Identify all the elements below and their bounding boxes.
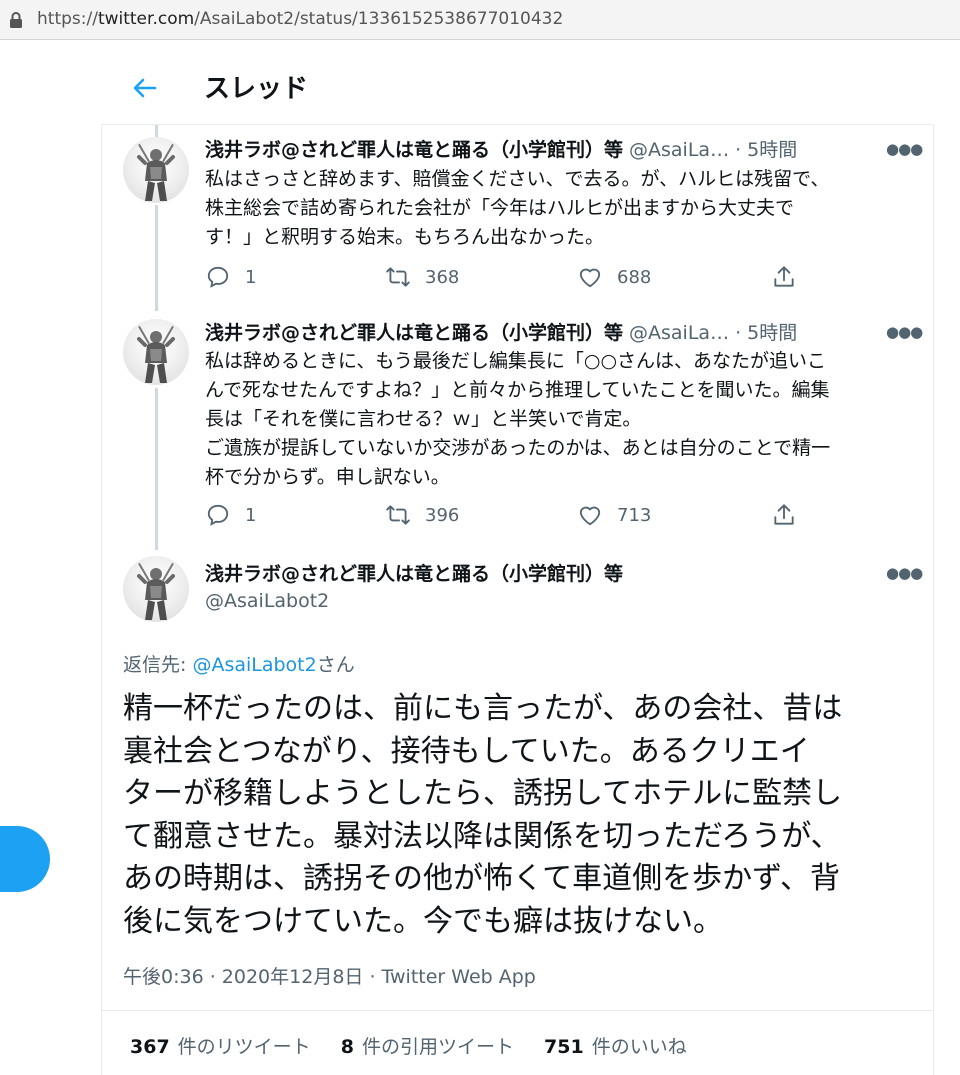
thread-line [155, 125, 158, 137]
heart-icon [579, 506, 601, 526]
display-name[interactable]: 浅井ラボ@されど罪人は竜と踊る（小学館刊）等 [205, 322, 623, 344]
back-arrow-icon[interactable] [128, 72, 160, 104]
replying-to: 返信先: @AsaiLabot2さん [123, 650, 355, 677]
more-options-icon[interactable]: ●●● [886, 564, 923, 584]
display-name[interactable]: 浅井ラボ@されど罪人は竜と踊る（小学館刊）等 [205, 139, 623, 161]
tweet-header: 浅井ラボ@されど罪人は竜と踊る（小学館刊）等 @AsaiLa… · 5時間 [205, 318, 797, 346]
retweet-arrows-icon [386, 505, 410, 525]
divider [102, 1010, 933, 1011]
tweet-header: 浅井ラボ@されど罪人は竜と踊る（小学館刊）等 @AsaiLa… · 5時間 [205, 135, 797, 163]
timestamp[interactable]: 5時間 [747, 139, 797, 161]
reply-to-handle-link[interactable]: @AsaiLabot2 [192, 654, 316, 676]
share-upload-icon [774, 504, 794, 525]
share-upload-icon [774, 266, 794, 287]
reply-button[interactable]: 1 [205, 262, 256, 292]
tweet-meta: 午後0:36 · 2020年12月8日 · Twitter Web App [123, 966, 536, 988]
reply-prefix: 返信先: [123, 654, 193, 676]
browser-address-bar[interactable]: https://twitter.com/AsaiLabot2/status/13… [0, 0, 960, 40]
display-name[interactable]: 浅井ラボ@されど罪人は竜と踊る（小学館刊）等 [205, 559, 623, 586]
retweet-count: 368 [425, 266, 460, 288]
knight-figure-icon [137, 325, 175, 383]
timestamp[interactable]: 5時間 [747, 322, 797, 344]
reply-suffix: さん [316, 654, 355, 676]
knight-figure-icon [137, 143, 175, 201]
retweet-button[interactable]: 368 [385, 262, 459, 292]
like-button[interactable]: 713 [577, 500, 651, 530]
reply-count: 1 [245, 266, 257, 288]
user-handle[interactable]: @AsaiLa… [629, 139, 729, 161]
user-handle[interactable]: @AsaiLabot2 [205, 590, 329, 612]
more-options-icon[interactable]: ●●● [886, 140, 923, 160]
heart-icon [579, 268, 601, 288]
like-button[interactable]: 688 [577, 262, 651, 292]
like-count: 688 [617, 266, 652, 288]
separator-dot: · [735, 322, 742, 344]
retweet-arrows-icon [386, 267, 410, 287]
engagement-stats: 367 件のリツイート 8 件の引用ツイート 751 件のいいね [130, 1032, 711, 1059]
likes-stat-link[interactable]: 751 件のいいね [544, 1032, 687, 1059]
avatar[interactable] [123, 137, 189, 203]
thread-line [155, 388, 158, 550]
retweets-stat-link[interactable]: 367 件のリツイート [130, 1032, 311, 1059]
user-handle[interactable]: @AsaiLa… [629, 322, 729, 344]
source-app-link[interactable]: Twitter Web App [382, 966, 536, 988]
separator-dot: · [735, 139, 742, 161]
share-button[interactable] [771, 500, 811, 530]
tweet-time[interactable]: 午後0:36 [123, 966, 204, 988]
lock-icon [10, 12, 22, 28]
tweet-text: 精一杯だったのは、前にも言ったが、あの会社、昔は 裏社会とつながり、接待もしてい… [123, 691, 843, 939]
url-text[interactable]: https://twitter.com/AsaiLabot2/status/13… [37, 9, 563, 29]
share-button[interactable] [771, 262, 811, 292]
quote-tweets-stat-link[interactable]: 8 件の引用ツイート [341, 1032, 514, 1059]
tweet-text: 私は辞めるときに、もう最後だし編集長に「○○さんは、あなたが追いこ んで死なせた… [205, 350, 831, 488]
thread-line [155, 205, 158, 311]
retweet-count: 396 [425, 504, 460, 526]
compose-tweet-button[interactable] [0, 826, 50, 892]
reply-button[interactable]: 1 [205, 500, 256, 530]
like-count: 713 [617, 504, 652, 526]
tweet-text: 私はさっさと辞めます、賠償金ください、で去る。が、ハルヒは残留で、 株主総会で詰… [205, 168, 830, 248]
page-title: スレッド [204, 74, 309, 104]
knight-figure-icon [137, 562, 175, 620]
avatar[interactable] [123, 319, 189, 385]
avatar[interactable] [123, 556, 189, 622]
speech-bubble-icon [207, 266, 229, 288]
retweet-button[interactable]: 396 [385, 500, 459, 530]
more-options-icon[interactable]: ●●● [886, 323, 923, 343]
tweet-date[interactable]: 2020年12月8日 [222, 966, 364, 988]
speech-bubble-icon [207, 504, 229, 526]
reply-count: 1 [245, 504, 257, 526]
